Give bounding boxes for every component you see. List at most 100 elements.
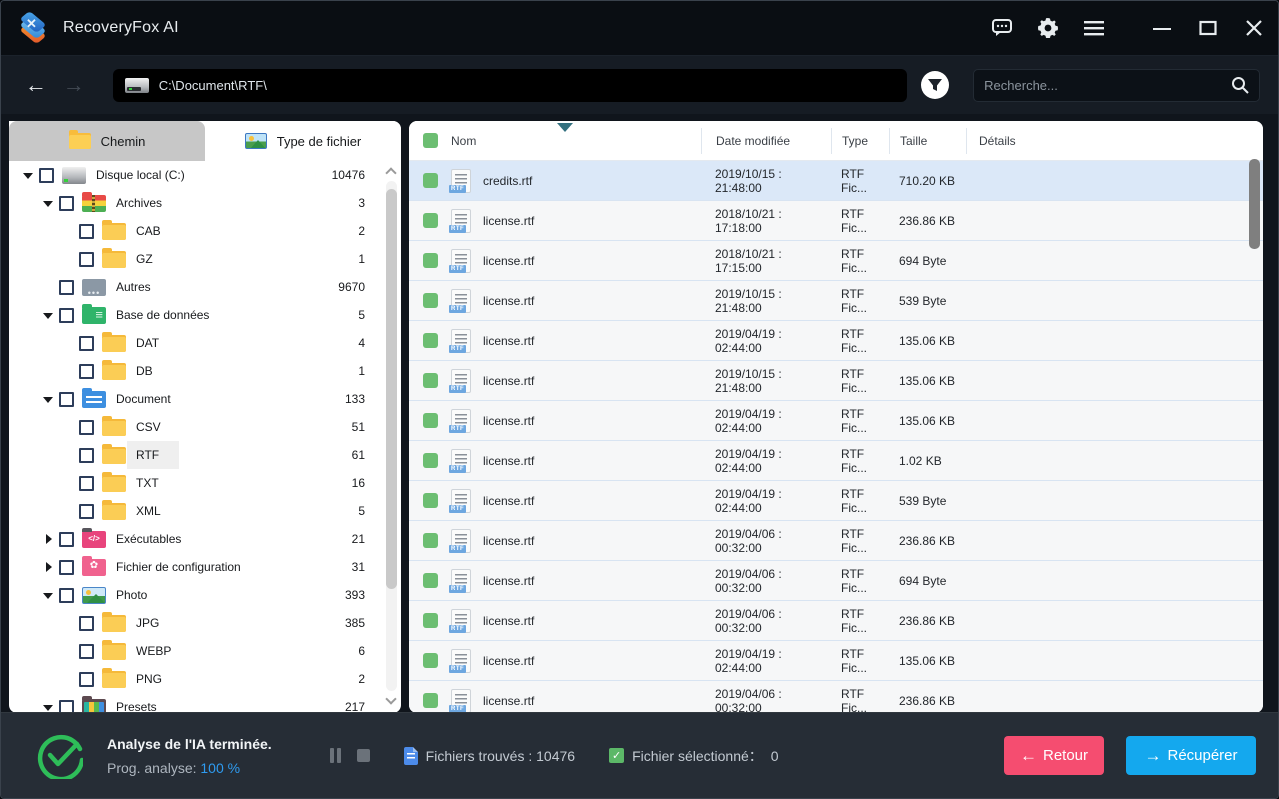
- menu-icon[interactable]: [1084, 18, 1104, 38]
- filter-button[interactable]: [921, 71, 950, 99]
- tree-checkbox[interactable]: [59, 391, 74, 407]
- row-checkbox[interactable]: [422, 173, 438, 188]
- expand-arrow-icon[interactable]: [61, 616, 75, 630]
- expand-arrow-icon[interactable]: [61, 504, 75, 518]
- expand-arrow-icon[interactable]: [41, 196, 55, 210]
- expand-arrow-icon[interactable]: [21, 168, 35, 182]
- tree-item[interactable]: Disque local (C:) 10476: [9, 161, 401, 189]
- tab-chemin[interactable]: Chemin: [9, 121, 205, 161]
- tree-item[interactable]: Fichier de configuration 31: [9, 553, 401, 581]
- row-checkbox[interactable]: [422, 373, 438, 388]
- tree-item[interactable]: Exécutables 21: [9, 525, 401, 553]
- tree-item[interactable]: TXT 16: [9, 469, 401, 497]
- tree-item[interactable]: CAB 2: [9, 217, 401, 245]
- tree-checkbox[interactable]: [59, 559, 74, 575]
- tree-item[interactable]: DAT 4: [9, 329, 401, 357]
- tree-checkbox[interactable]: [79, 503, 94, 519]
- table-row[interactable]: license.rtf 2018/10/21 : 17:15:00 RTF Fi…: [409, 241, 1263, 281]
- tree-checkbox[interactable]: [79, 251, 94, 267]
- column-header-nom[interactable]: Nom: [451, 134, 701, 148]
- table-row[interactable]: license.rtf 2019/04/06 : 00:32:00 RTF Fi…: [409, 681, 1263, 713]
- row-checkbox[interactable]: [422, 453, 438, 468]
- pause-button[interactable]: [329, 748, 343, 763]
- feedback-icon[interactable]: [992, 18, 1012, 38]
- path-bar[interactable]: C:\Document\RTF\: [112, 68, 908, 102]
- table-scrollbar-thumb[interactable]: [1249, 159, 1260, 249]
- column-header-details[interactable]: Détails: [966, 127, 1263, 154]
- tree-item[interactable]: RTF 61: [9, 441, 401, 469]
- expand-arrow-icon[interactable]: [61, 476, 75, 490]
- tree-checkbox[interactable]: [59, 307, 74, 323]
- expand-arrow-icon[interactable]: [61, 336, 75, 350]
- tree-item[interactable]: PNG 2: [9, 665, 401, 693]
- expand-arrow-icon[interactable]: [41, 280, 55, 294]
- table-row[interactable]: license.rtf 2019/04/19 : 02:44:00 RTF Fi…: [409, 321, 1263, 361]
- tree-checkbox[interactable]: [79, 671, 94, 687]
- row-checkbox[interactable]: [422, 333, 438, 348]
- tree-checkbox[interactable]: [79, 223, 94, 239]
- row-checkbox[interactable]: [422, 213, 438, 228]
- expand-arrow-icon[interactable]: [41, 560, 55, 574]
- scrollbar-thumb[interactable]: [386, 189, 397, 589]
- expand-arrow-icon[interactable]: [61, 224, 75, 238]
- back-arrow-button[interactable]: ←: [19, 72, 53, 98]
- tab-type-de-fichier[interactable]: Type de fichier: [205, 121, 401, 161]
- expand-arrow-icon[interactable]: [61, 252, 75, 266]
- tree-checkbox[interactable]: [59, 195, 74, 211]
- scroll-down-icon[interactable]: [385, 693, 397, 705]
- table-row[interactable]: license.rtf 2019/04/19 : 02:44:00 RTF Fi…: [409, 481, 1263, 521]
- expand-arrow-icon[interactable]: [61, 364, 75, 378]
- tree-item[interactable]: JPG 385: [9, 609, 401, 637]
- table-row[interactable]: license.rtf 2019/10/15 : 21:48:00 RTF Fi…: [409, 361, 1263, 401]
- column-header-taille[interactable]: Taille: [889, 127, 966, 154]
- table-row[interactable]: license.rtf 2019/04/06 : 00:32:00 RTF Fi…: [409, 521, 1263, 561]
- search-icon[interactable]: [1231, 76, 1249, 94]
- expand-arrow-icon[interactable]: [41, 532, 55, 546]
- table-row[interactable]: license.rtf 2019/04/19 : 02:44:00 RTF Fi…: [409, 441, 1263, 481]
- table-row[interactable]: license.rtf 2019/04/06 : 00:32:00 RTF Fi…: [409, 561, 1263, 601]
- stop-button[interactable]: [356, 749, 370, 762]
- back-button[interactable]: ← Retour: [1004, 736, 1104, 775]
- row-checkbox[interactable]: [422, 613, 438, 628]
- tree-item[interactable]: XML 5: [9, 497, 401, 525]
- sidebar-scrollbar[interactable]: [384, 163, 399, 709]
- row-checkbox[interactable]: [422, 293, 438, 308]
- tree-checkbox[interactable]: [59, 587, 74, 603]
- tree-checkbox[interactable]: [59, 699, 74, 713]
- tree-item[interactable]: Archives 3: [9, 189, 401, 217]
- tree-item[interactable]: WEBP 6: [9, 637, 401, 665]
- select-all-checkbox[interactable]: [422, 133, 438, 148]
- row-checkbox[interactable]: [422, 413, 438, 428]
- table-row[interactable]: license.rtf 2019/04/06 : 00:32:00 RTF Fi…: [409, 601, 1263, 641]
- tree-checkbox[interactable]: [79, 335, 94, 351]
- tree-item[interactable]: Document 133: [9, 385, 401, 413]
- tree-item[interactable]: Autres 9670: [9, 273, 401, 301]
- settings-gear-icon[interactable]: [1038, 18, 1058, 38]
- row-checkbox[interactable]: [422, 253, 438, 268]
- expand-arrow-icon[interactable]: [41, 308, 55, 322]
- expand-arrow-icon[interactable]: [61, 672, 75, 686]
- tree-item[interactable]: DB 1: [9, 357, 401, 385]
- row-checkbox[interactable]: [422, 653, 438, 668]
- tree-checkbox[interactable]: [79, 419, 94, 435]
- tree-item[interactable]: Photo 393: [9, 581, 401, 609]
- column-header-date[interactable]: Date modifiée: [701, 127, 831, 154]
- tree-checkbox[interactable]: [59, 279, 74, 295]
- row-checkbox[interactable]: [422, 693, 438, 708]
- minimize-icon[interactable]: [1152, 18, 1172, 38]
- table-row[interactable]: credits.rtf 2019/10/15 : 21:48:00 RTF Fi…: [409, 161, 1263, 201]
- column-header-type[interactable]: Type: [831, 127, 889, 154]
- forward-arrow-button[interactable]: →: [57, 72, 91, 98]
- tree-checkbox[interactable]: [79, 643, 94, 659]
- expand-arrow-icon[interactable]: [41, 588, 55, 602]
- tree-checkbox[interactable]: [59, 531, 74, 547]
- table-row[interactable]: license.rtf 2019/10/15 : 21:48:00 RTF Fi…: [409, 281, 1263, 321]
- table-row[interactable]: license.rtf 2019/04/19 : 02:44:00 RTF Fi…: [409, 641, 1263, 681]
- expand-arrow-icon[interactable]: [61, 420, 75, 434]
- row-checkbox[interactable]: [422, 533, 438, 548]
- tree-checkbox[interactable]: [79, 615, 94, 631]
- tree-item[interactable]: Presets 217: [9, 693, 401, 713]
- tree-checkbox[interactable]: [79, 447, 94, 463]
- recover-button[interactable]: → Récupérer: [1126, 736, 1256, 775]
- sort-arrow-icon[interactable]: [557, 123, 573, 132]
